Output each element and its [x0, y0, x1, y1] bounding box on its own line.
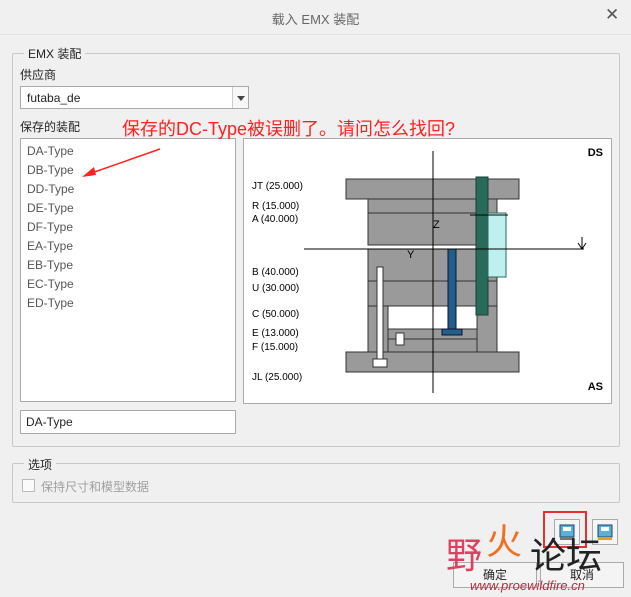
axis-z-label: Z	[433, 219, 440, 231]
supplier-label: 供应商	[20, 68, 57, 82]
axis-y-label: Y	[407, 249, 415, 261]
list-item[interactable]: EA-Type	[27, 237, 73, 255]
assembly-name-field[interactable]: DA-Type	[20, 410, 236, 434]
list-item[interactable]: DA-Type	[27, 142, 74, 160]
window-title: 载入 EMX 装配	[271, 12, 360, 27]
list-item[interactable]: EB-Type	[27, 256, 73, 274]
list-item[interactable]: ED-Type	[27, 294, 74, 312]
watermark-chinese-c: 论坛	[530, 536, 603, 577]
close-icon[interactable]: ✕	[605, 6, 619, 24]
assembly-preview: DS AS JT (25.000) R (15.000) A (40.000) …	[243, 138, 612, 404]
list-item[interactable]: DB-Type	[27, 161, 74, 179]
list-item[interactable]: DF-Type	[27, 218, 73, 236]
annotation-arrow	[82, 148, 161, 177]
title-bar: 载入 EMX 装配 ✕	[0, 0, 631, 35]
annotation-text: 保存的DC-Type被误删了。请问怎么找回?	[122, 119, 456, 139]
watermark-url: www.proewildfire.cn	[470, 578, 585, 593]
assembly-name-value: DA-Type	[26, 415, 73, 429]
watermark-chinese-b: 火	[486, 522, 523, 563]
saved-assemblies-label: 保存的装配	[20, 120, 81, 134]
supplier-dropdown[interactable]: futaba_de	[20, 86, 249, 109]
mold-base-drawing	[304, 151, 587, 393]
list-item[interactable]: DD-Type	[27, 180, 74, 198]
watermark-chinese-a: 野	[446, 536, 483, 577]
keep-dims-label: 保持尺寸和模型数据	[41, 480, 150, 494]
chevron-down-icon[interactable]	[232, 87, 248, 108]
list-item[interactable]: DE-Type	[27, 199, 74, 217]
options-legend: 选项	[24, 456, 57, 473]
supplier-value: futaba_de	[27, 91, 81, 105]
emx-assembly-legend: EMX 装配	[24, 45, 86, 62]
keep-dims-checkbox[interactable]	[22, 479, 35, 492]
list-item[interactable]: EC-Type	[27, 275, 74, 293]
